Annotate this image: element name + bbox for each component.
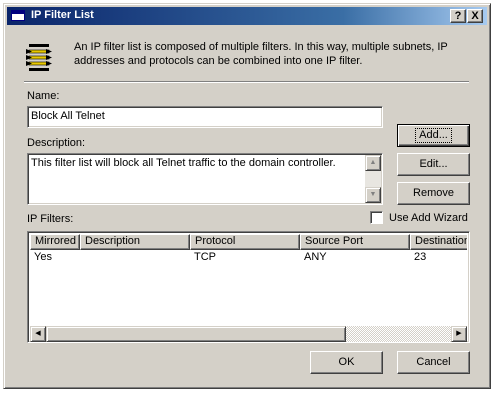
help-button[interactable]: ? xyxy=(450,9,466,23)
column-header-description[interactable]: Description xyxy=(80,234,190,250)
scroll-thumb[interactable] xyxy=(46,326,346,342)
description-text: This filter list will block all Telnet t… xyxy=(31,157,336,169)
column-header-mirrored[interactable]: Mirrored xyxy=(30,234,80,250)
close-button[interactable]: X xyxy=(467,9,483,23)
filter-list-icon xyxy=(26,44,52,71)
remove-button[interactable]: Remove xyxy=(397,182,470,205)
ip-filters-list[interactable]: Mirrored Description Protocol Source Por… xyxy=(27,231,470,343)
scroll-left-icon[interactable]: ◀ xyxy=(30,326,46,342)
cell-protocol: TCP xyxy=(194,251,216,263)
list-header: Mirrored Description Protocol Source Por… xyxy=(30,234,467,250)
column-header-source-port[interactable]: Source Port xyxy=(300,234,410,250)
description-scrollbar[interactable]: ▲ ▼ xyxy=(365,155,381,203)
table-row[interactable]: Yes TCP ANY 23 xyxy=(30,250,467,264)
cell-destination: 23 xyxy=(414,251,427,263)
use-add-wizard-label[interactable]: Use Add Wizard xyxy=(389,212,468,224)
name-label: Name: xyxy=(27,90,60,102)
ip-filters-label: IP Filters: xyxy=(27,213,74,225)
use-add-wizard-checkbox[interactable] xyxy=(370,211,383,224)
title-bar[interactable]: IP Filter List ? X xyxy=(7,7,487,25)
scroll-up-icon[interactable]: ▲ xyxy=(365,155,381,171)
list-horizontal-scrollbar[interactable]: ◀ ▶ xyxy=(30,326,467,342)
add-button[interactable]: Add... xyxy=(397,124,470,147)
column-header-destination[interactable]: Destination xyxy=(410,234,467,250)
edit-button[interactable]: Edit... xyxy=(397,153,470,176)
window-icon xyxy=(11,10,25,21)
window-title: IP Filter List xyxy=(31,9,94,21)
ok-button[interactable]: OK xyxy=(310,351,383,374)
description-field[interactable]: This filter list will block all Telnet t… xyxy=(27,153,383,205)
scroll-right-icon[interactable]: ▶ xyxy=(451,326,467,342)
separator xyxy=(24,81,469,83)
cell-source-port: ANY xyxy=(304,251,327,263)
info-text: An IP filter list is composed of multipl… xyxy=(74,41,448,67)
name-field[interactable]: Block All Telnet xyxy=(27,106,383,128)
scroll-down-icon[interactable]: ▼ xyxy=(365,187,381,203)
cell-mirrored: Yes xyxy=(34,251,52,263)
description-label: Description: xyxy=(27,137,86,149)
column-header-protocol[interactable]: Protocol xyxy=(190,234,300,250)
cancel-button[interactable]: Cancel xyxy=(397,351,470,374)
